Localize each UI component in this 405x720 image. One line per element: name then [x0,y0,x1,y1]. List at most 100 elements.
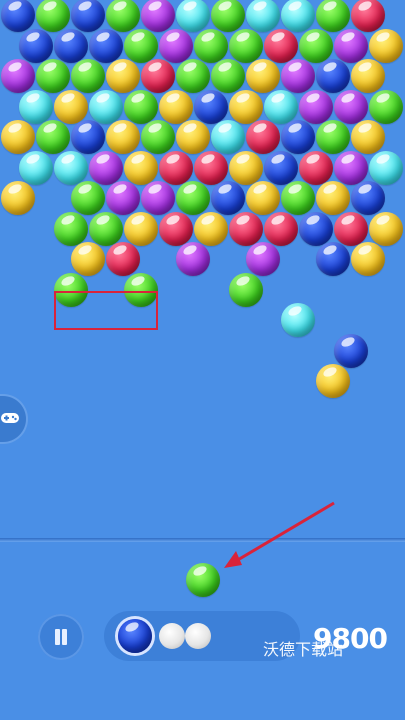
pause-button[interactable] [38,614,84,660]
bubble-yellow [53,89,88,124]
bubble-cyan [281,303,315,337]
bubble-yellow [106,59,140,93]
bubble-yellow [193,211,228,246]
pause-icon [55,629,60,645]
queued-bubble-empty [185,623,211,649]
bubble-cyan [88,89,123,124]
shooter-ball[interactable] [186,563,220,597]
bubble-cyan [53,150,88,185]
bubble-green [141,120,175,154]
bubble-green [228,272,263,307]
bubble-green [176,59,210,93]
bubble-yellow [123,211,158,246]
bubble-blue [263,150,298,185]
bubble-yellow [228,150,263,185]
bubble-yellow [123,150,158,185]
bubble-yellow [246,59,280,93]
bubble-green [123,89,158,124]
bubble-cyan [368,150,403,185]
gamepad-icon [1,413,19,423]
bubble-yellow [1,120,35,154]
bubble-green [53,211,88,246]
bubble-red [263,28,298,63]
bubble-green [281,181,315,215]
bubble-blue [53,28,88,63]
bubble-red [228,211,263,246]
watermark-text: 沃德下载站 [263,640,344,659]
bubble-cyan [18,89,53,124]
bubble-blue [333,333,368,368]
bubble-purple [333,28,368,63]
bubble-green [36,59,70,93]
bubble-yellow [368,211,403,246]
highlight-box [54,291,158,330]
bubble-green [211,59,245,93]
bubble-red [333,211,368,246]
bubble-green [368,89,403,124]
bubble-purple [106,181,140,215]
bubble-yellow [246,181,280,215]
bubble-purple [176,242,210,276]
bubble-green [36,120,70,154]
bubble-green [316,0,350,32]
bubble-blue [211,181,245,215]
bubble-cyan [246,0,280,32]
bubble-yellow [158,89,193,124]
bubble-red [106,242,140,276]
bubble-yellow [368,28,403,63]
bubble-purple [141,181,175,215]
bubble-yellow [351,59,385,93]
bubble-red [158,150,193,185]
bubble-yellow [228,89,263,124]
bubble-green [211,0,245,32]
bubble-green [316,120,350,154]
bubble-purple [333,89,368,124]
bubble-blue [71,120,105,154]
bubble-red [193,150,228,185]
bubble-purple [158,28,193,63]
bubble-yellow [71,242,105,276]
bubble-cyan [263,89,298,124]
bubble-green [193,28,228,63]
bubble-red [298,150,333,185]
bubble-purple [88,150,123,185]
queued-bubble-empty [159,623,185,649]
bubble-green [123,28,158,63]
bubble-purple [298,89,333,124]
bubble-red [263,211,298,246]
shooter-line-divider [0,538,405,542]
bubble-green [71,59,105,93]
bubble-green [298,28,333,63]
bubble-purple [281,59,315,93]
bubble-green [71,181,105,215]
bubble-red [246,120,280,154]
bubble-blue [298,211,333,246]
bubble-cyan [211,120,245,154]
bubble-yellow [351,242,385,276]
bubble-green [106,0,140,32]
bubble-red [158,211,193,246]
bubble-green [176,181,210,215]
next-bubble-blue[interactable] [118,619,152,653]
bubble-blue [1,0,35,32]
bubble-purple [246,242,280,276]
bubble-red [351,0,385,32]
bubble-blue [88,28,123,63]
bubble-blue [193,89,228,124]
bubble-green [228,28,263,63]
bubble-yellow [316,364,350,398]
bubble-yellow [106,120,140,154]
bubble-cyan [18,150,53,185]
bubble-blue [71,0,105,32]
bubble-blue [18,28,53,63]
bubble-purple [333,150,368,185]
bubble-yellow [1,181,35,215]
bubble-yellow [176,120,210,154]
bubble-blue [316,242,350,276]
bubble-cyan [281,0,315,32]
bubble-purple [1,59,35,93]
bubble-cyan [176,0,210,32]
bubble-blue [316,59,350,93]
bubble-blue [351,181,385,215]
bubble-green [88,211,123,246]
